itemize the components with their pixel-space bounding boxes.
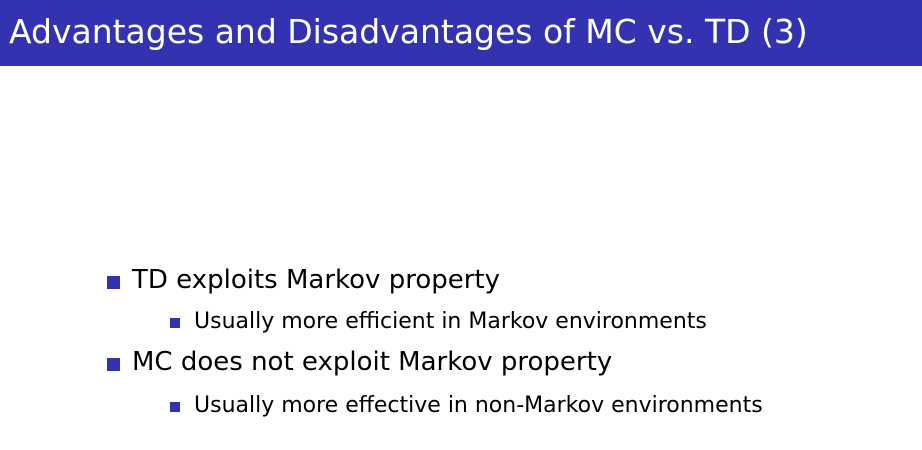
sub-bullet-square-icon	[170, 402, 180, 412]
sub-bullet-square-icon	[170, 318, 180, 328]
slide-body: TD exploits Markov property Usually more…	[0, 0, 922, 450]
bullet-square-icon	[107, 276, 120, 289]
bullet-item: MC does not exploit Markov property	[132, 347, 613, 377]
bullet-square-icon	[107, 358, 120, 371]
sub-bullet-item: Usually more effective in non-Markov env…	[194, 393, 763, 418]
sub-bullet-item: Usually more efficient in Markov environ…	[194, 309, 707, 334]
bullet-item: TD exploits Markov property	[132, 265, 500, 295]
